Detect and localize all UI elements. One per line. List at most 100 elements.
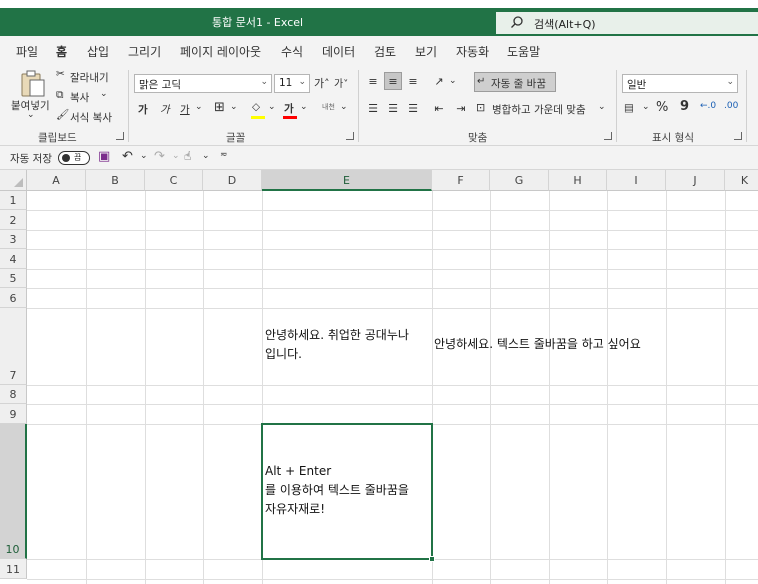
wrap-text-button[interactable]: ↵ 자동 줄 바꿈 bbox=[474, 72, 556, 92]
increase-decimal-icon[interactable]: ←.0 bbox=[700, 101, 716, 111]
chevron-down-icon[interactable]: ⌄ bbox=[598, 102, 606, 112]
column-header-h[interactable]: H bbox=[549, 170, 607, 191]
chevron-down-icon[interactable]: ⌄ bbox=[449, 76, 457, 86]
accounting-icon[interactable]: ▤ bbox=[624, 102, 634, 114]
redo-icon[interactable]: ↷ bbox=[154, 149, 165, 164]
chevron-down-icon[interactable]: ⌄ bbox=[100, 89, 108, 99]
tab-help[interactable]: 도움말 bbox=[507, 43, 540, 60]
chevron-down-icon[interactable]: ⌄ bbox=[140, 151, 148, 161]
touch-mode-icon[interactable]: ☝ bbox=[184, 149, 191, 163]
worksheet-grid[interactable]: A B C D E F G H I J K 1 2 3 4 5 6 7 8 9 … bbox=[0, 170, 758, 584]
italic-button[interactable]: 가 bbox=[160, 102, 170, 117]
chevron-down-icon[interactable]: ⌄ bbox=[230, 102, 238, 112]
group-separator bbox=[128, 70, 129, 142]
chevron-down-icon[interactable]: ⌄ bbox=[195, 102, 203, 112]
decrease-font-icon[interactable]: 가˅ bbox=[334, 75, 348, 90]
font-color-button[interactable]: 가 bbox=[284, 101, 294, 116]
toggle-knob bbox=[62, 154, 70, 162]
tab-formulas[interactable]: 수식 bbox=[281, 43, 303, 60]
font-size-select[interactable]: 11 ⌄ bbox=[274, 74, 310, 93]
align-right-icon[interactable]: ☰ bbox=[404, 99, 422, 117]
column-header-g[interactable]: G bbox=[490, 170, 549, 191]
chevron-down-icon[interactable]: ⌄ bbox=[642, 102, 650, 112]
dialog-launcher-icon[interactable] bbox=[116, 132, 124, 140]
row-header-1[interactable]: 1 bbox=[0, 191, 27, 210]
percent-button[interactable]: % bbox=[656, 100, 668, 115]
align-middle-icon[interactable]: ≡ bbox=[384, 72, 402, 90]
font-name-select[interactable]: 맑은 고딕 ⌄ bbox=[134, 74, 272, 93]
column-header-b[interactable]: B bbox=[86, 170, 145, 191]
chevron-down-icon[interactable]: ⌄ bbox=[202, 151, 210, 161]
customize-qat-icon[interactable]: ≂ bbox=[220, 150, 228, 160]
active-cell-e10[interactable] bbox=[261, 423, 435, 562]
column-header-e[interactable]: E bbox=[262, 170, 432, 191]
orientation-icon[interactable]: ↗ bbox=[430, 72, 448, 90]
tab-insert[interactable]: 삽입 bbox=[87, 43, 109, 60]
chevron-down-icon[interactable]: ⌄ bbox=[27, 110, 35, 120]
increase-indent-icon[interactable]: ⇥ bbox=[452, 99, 470, 117]
dialog-launcher-icon[interactable] bbox=[346, 132, 354, 140]
column-header-a[interactable]: A bbox=[27, 170, 86, 191]
tab-automate[interactable]: 자동화 bbox=[456, 43, 489, 60]
row-header-8[interactable]: 8 bbox=[0, 385, 27, 404]
row-header-5[interactable]: 5 bbox=[0, 269, 27, 288]
fill-color-icon[interactable]: ◇ bbox=[252, 101, 260, 113]
column-header-i[interactable]: I bbox=[607, 170, 666, 191]
tab-page-layout[interactable]: 페이지 레이아웃 bbox=[180, 43, 261, 60]
increase-font-icon[interactable]: 가˄ bbox=[314, 75, 330, 91]
autosave-toggle[interactable]: 끔 bbox=[58, 151, 90, 165]
chevron-down-icon[interactable]: ⌄ bbox=[268, 102, 276, 112]
align-top-icon[interactable]: ≡ bbox=[364, 72, 382, 90]
merge-icon: ⊡ bbox=[476, 101, 486, 114]
column-header-j[interactable]: J bbox=[666, 170, 725, 191]
tab-review[interactable]: 검토 bbox=[374, 43, 396, 60]
align-center-icon[interactable]: ☰ bbox=[384, 99, 402, 117]
tab-file[interactable]: 파일 bbox=[16, 43, 38, 60]
align-bottom-icon[interactable]: ≡ bbox=[404, 72, 422, 90]
chevron-down-icon[interactable]: ⌄ bbox=[340, 102, 348, 112]
fill-handle[interactable] bbox=[429, 556, 435, 562]
row-header-2[interactable]: 2 bbox=[0, 210, 27, 230]
column-header-k[interactable]: K bbox=[725, 170, 758, 191]
undo-icon[interactable]: ↶ bbox=[122, 149, 133, 164]
row-header-7[interactable]: 7 bbox=[0, 308, 27, 385]
row-header-10[interactable]: 10 bbox=[0, 424, 27, 559]
wrap-text-icon: ↵ bbox=[477, 76, 486, 87]
decrease-indent-icon[interactable]: ⇤ bbox=[430, 99, 448, 117]
font-group-label: 글꼴 bbox=[226, 132, 246, 144]
number-format-select[interactable]: 일반 ⌄ bbox=[622, 74, 738, 93]
dialog-launcher-icon[interactable] bbox=[604, 132, 612, 140]
chevron-down-icon[interactable]: ⌄ bbox=[172, 151, 180, 161]
save-icon[interactable]: ▣ bbox=[98, 149, 110, 164]
tab-view[interactable]: 보기 bbox=[415, 43, 437, 60]
group-separator bbox=[616, 70, 617, 142]
phonetic-button[interactable]: 내천 bbox=[322, 102, 335, 112]
copy-button[interactable]: 복사 bbox=[70, 90, 89, 105]
select-all-button[interactable] bbox=[0, 170, 27, 191]
underline-button[interactable]: 가 bbox=[180, 102, 190, 117]
chevron-down-icon[interactable]: ⌄ bbox=[300, 102, 308, 112]
column-header-c[interactable]: C bbox=[145, 170, 203, 191]
column-header-f[interactable]: F bbox=[432, 170, 490, 191]
align-left-icon[interactable]: ☰ bbox=[364, 99, 382, 117]
borders-icon[interactable]: ⊞ bbox=[214, 100, 225, 115]
comma-button[interactable]: 9 bbox=[680, 99, 689, 114]
row-header-3[interactable]: 3 bbox=[0, 230, 27, 249]
decrease-decimal-icon[interactable]: .00 bbox=[724, 101, 738, 111]
format-painter-button[interactable]: 서식 복사 bbox=[70, 110, 112, 125]
row-header-9[interactable]: 9 bbox=[0, 404, 27, 424]
merge-center-button[interactable]: 병합하고 가운데 맞춤 bbox=[492, 102, 586, 117]
tab-home[interactable]: 홈 bbox=[53, 43, 70, 67]
dialog-launcher-icon[interactable] bbox=[734, 132, 742, 140]
paste-icon[interactable] bbox=[20, 70, 46, 98]
font-color-swatch bbox=[283, 116, 297, 119]
tab-data[interactable]: 데이터 bbox=[322, 43, 355, 60]
row-header-4[interactable]: 4 bbox=[0, 249, 27, 269]
row-header-6[interactable]: 6 bbox=[0, 288, 27, 308]
search-box[interactable]: 검색(Alt+Q) bbox=[496, 12, 758, 34]
row-header-11[interactable]: 11 bbox=[0, 559, 27, 579]
cut-button[interactable]: 잘라내기 bbox=[70, 70, 109, 85]
tab-draw[interactable]: 그리기 bbox=[128, 43, 161, 60]
column-header-d[interactable]: D bbox=[203, 170, 262, 191]
bold-button[interactable]: 가 bbox=[138, 102, 148, 117]
